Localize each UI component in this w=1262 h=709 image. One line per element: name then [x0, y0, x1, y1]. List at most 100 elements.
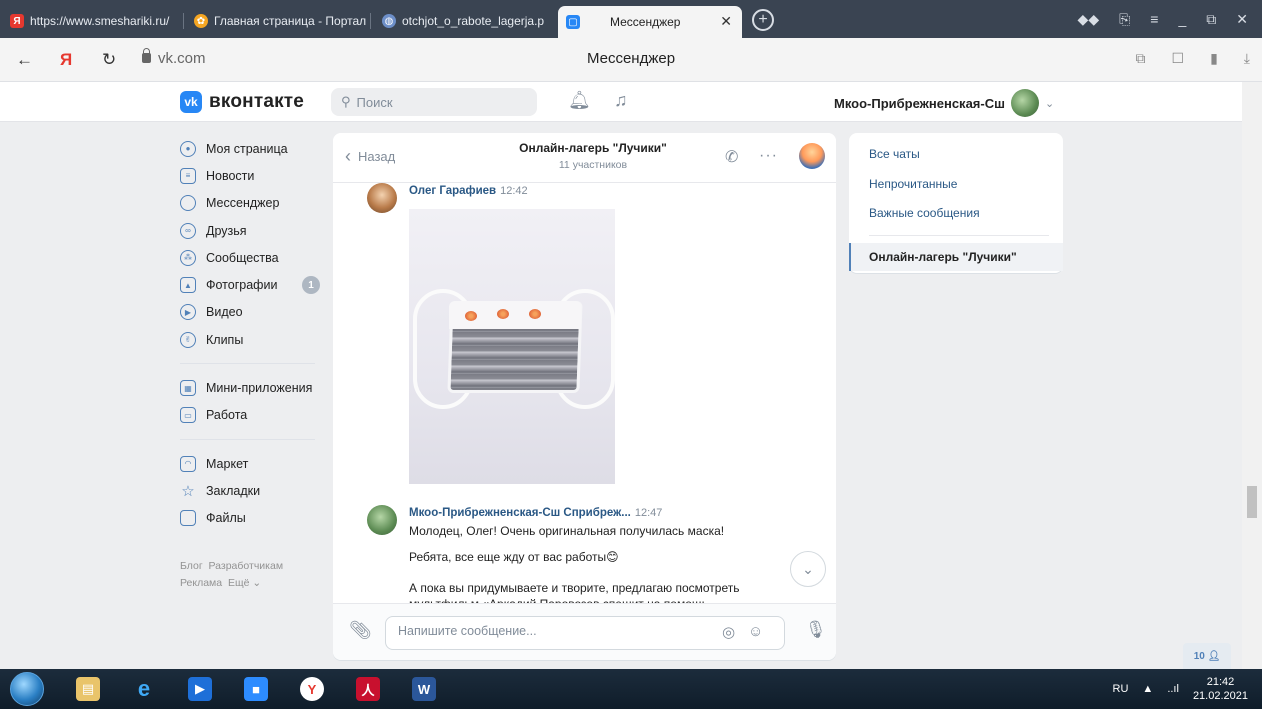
communities-icon: ⁂	[180, 249, 196, 266]
back-button[interactable]: ‹ Назад	[345, 147, 395, 165]
clock-date: 21.02.2021	[1192, 690, 1248, 702]
sidebar-item-friends[interactable]: ∞ Друзья	[180, 217, 330, 244]
chat-header: ‹ Назад Онлайн-лагерь "Лучики" 11 участн…	[333, 133, 836, 183]
close-window-button[interactable]: ✕	[1236, 11, 1248, 28]
notifications-bell-icon[interactable]: 🔔︎	[568, 90, 591, 111]
footer-link-developers[interactable]: Разработчикам	[209, 560, 284, 572]
message-photo[interactable]	[409, 209, 615, 484]
pdf-reader-app[interactable]: 人	[346, 673, 390, 705]
portal-favicon-icon: ✿	[194, 14, 208, 28]
sidebar-item-work[interactable]: ▭ Работа	[180, 402, 330, 429]
search-placeholder: Поиск	[356, 94, 393, 110]
sidebar-item-label: Видео	[206, 305, 243, 320]
avatar[interactable]	[367, 505, 397, 535]
yandex-favicon-icon: Я	[10, 14, 24, 28]
tab-portal[interactable]: ✿ Главная страница - Портал	[186, 8, 366, 34]
sidebar-item-video[interactable]: ▶ Видео	[180, 299, 330, 326]
tab-messenger[interactable]: ▢ Мессенджер ✕	[558, 6, 742, 38]
language-indicator[interactable]: RU	[1113, 683, 1129, 695]
tab-label: https://www.smeshariki.ru/	[30, 14, 170, 28]
chat-title[interactable]: Онлайн-лагерь "Лучики"	[483, 141, 703, 155]
vk-logo[interactable]: vk вконтакте	[180, 91, 304, 113]
avatar[interactable]	[367, 183, 397, 213]
start-button[interactable]	[10, 672, 44, 706]
sidebar-item-label: Новости	[206, 168, 255, 183]
work-icon: ▭	[180, 407, 196, 424]
sidebar-item-news[interactable]: ≡ Новости	[180, 162, 330, 189]
left-navigation: ● Моя страница ≡ Новости Мессенджер ∞ Друзь…	[180, 135, 330, 532]
incognito-icon[interactable]: ◆◆	[1078, 11, 1100, 28]
minimize-button[interactable]: _	[1178, 11, 1186, 27]
new-tab-button[interactable]: +	[752, 9, 774, 31]
filter-unread[interactable]: Непрочитанные	[849, 177, 1063, 191]
zoom-app[interactable]: ■	[234, 673, 278, 705]
online-people-badge[interactable]: 10 👤︎	[1183, 643, 1231, 669]
music-icon[interactable]: ♫	[614, 90, 628, 111]
footer-link-more[interactable]: Ещё	[228, 577, 249, 589]
user-name: Мкоо-Прибрежненская-Сш	[834, 95, 1005, 111]
chat-participants[interactable]: 11 участников	[483, 159, 703, 171]
message-author[interactable]: Мкоо-Прибрежненская-Сш Сприбреж... 12:47	[409, 507, 662, 519]
user-menu[interactable]: Мкоо-Прибрежненская-Сш ⌄	[834, 89, 1054, 117]
scroll-down-button[interactable]: ⌄	[790, 551, 826, 587]
sidebar-item-my-page[interactable]: ● Моя страница	[180, 135, 330, 162]
filter-important[interactable]: Важные сообщения	[849, 206, 1063, 220]
tray-arrow-icon[interactable]: ▲	[1142, 683, 1153, 695]
sidebar-item-label: Друзья	[206, 223, 247, 238]
clock[interactable]: 21:42 21.02.2021	[1193, 675, 1248, 703]
video-icon: ▶	[180, 304, 196, 321]
message-author[interactable]: Олег Гарафиев 12:42	[409, 185, 528, 197]
sidebar-item-mini-apps[interactable]: ▦ Мини-приложения	[180, 374, 330, 401]
camera-icon[interactable]: ◎	[722, 623, 735, 641]
menu-icon[interactable]: ≡	[1150, 11, 1158, 27]
filter-all-chats[interactable]: Все чаты	[849, 147, 1063, 161]
explorer-app[interactable]: ▤	[66, 673, 110, 705]
apps-icon: ▦	[180, 380, 196, 397]
attach-icon[interactable]: 📎︎	[349, 620, 372, 641]
sidebar-item-label: Фотографии	[206, 278, 278, 293]
search-input[interactable]: ⚲ Поиск	[331, 88, 537, 116]
author-name: Мкоо-Прибрежненская-Сш Сприбреж...	[409, 507, 631, 519]
chat-avatar[interactable]	[799, 143, 825, 169]
emoji-icon[interactable]: ☺	[748, 623, 763, 640]
sidebar-item-messenger[interactable]: Мессенджер	[180, 190, 330, 217]
vk-logo-icon: vk	[180, 91, 202, 113]
signal-icon[interactable]: ..ıl	[1167, 683, 1179, 695]
sidebar-item-photos[interactable]: ▲ Фотографии 1	[180, 271, 330, 298]
sidebar-item-files[interactable]: Файлы	[180, 505, 330, 532]
footer-link-ads[interactable]: Реклама	[180, 577, 222, 589]
more-icon[interactable]: ···	[759, 147, 778, 165]
footer-link-blog[interactable]: Блог	[180, 560, 203, 572]
tab-smeshariki[interactable]: Я https://www.smeshariki.ru/	[2, 8, 180, 34]
active-chat-item[interactable]: Онлайн-лагерь "Лучики"	[849, 243, 1063, 271]
microphone-icon[interactable]: 🎙︎	[805, 620, 827, 640]
page-scrollbar[interactable]	[1242, 82, 1262, 669]
folder-icon: ▤	[76, 677, 100, 701]
tabs-icon[interactable]: ⎘	[1119, 11, 1130, 28]
word-app[interactable]: W	[402, 673, 446, 705]
online-count: 10	[1193, 650, 1205, 662]
sidebar-item-communities[interactable]: ⁂ Сообщества	[180, 244, 330, 271]
message-input[interactable]	[398, 624, 698, 638]
sidebar-item-clips[interactable]: ✌ Клипы	[180, 326, 330, 353]
media-app[interactable]: ▶	[178, 673, 222, 705]
sidebar-item-label: Клипы	[206, 332, 244, 347]
maximize-button[interactable]: ⧉	[1206, 11, 1216, 28]
footer-links: Блог Разработчикам Реклама Ещё ⌄	[180, 558, 283, 592]
message-time: 12:42	[500, 185, 528, 197]
chat-panel: ‹ Назад Онлайн-лагерь "Лучики" 11 участн…	[333, 133, 836, 660]
scrollbar-thumb[interactable]	[1247, 486, 1257, 518]
ie-app[interactable]: e	[122, 673, 166, 705]
download-icon[interactable]: ⤓	[1244, 50, 1250, 67]
tab-document[interactable]: ◍ otchjot_o_rabote_lagerja.p	[374, 8, 552, 34]
yandex-browser-app[interactable]: Y	[290, 673, 334, 705]
internet-explorer-icon: e	[137, 676, 151, 701]
document-favicon-icon: ◍	[382, 14, 396, 28]
close-tab-icon[interactable]: ✕	[720, 13, 732, 30]
phone-icon[interactable]: ✆	[725, 147, 738, 167]
sidebar-item-bookmarks[interactable]: ☆ Закладки	[180, 477, 330, 504]
reader-icon[interactable]: ☐	[1172, 50, 1185, 67]
bookmark-icon[interactable]: ▮	[1210, 50, 1218, 67]
share-icon[interactable]: ⧉	[1136, 50, 1146, 67]
sidebar-item-market[interactable]: ◠ Маркет	[180, 450, 330, 477]
